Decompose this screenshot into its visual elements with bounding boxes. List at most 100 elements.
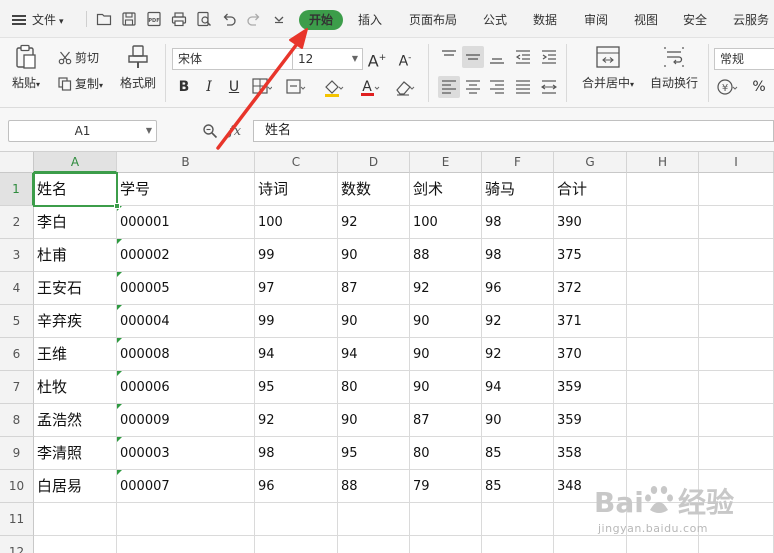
cell-f12[interactable] [482, 536, 554, 553]
cell-a2[interactable]: 李白 [34, 206, 117, 239]
cell-f7[interactable]: 94 [482, 371, 554, 404]
redo-icon[interactable] [246, 11, 262, 27]
cell-h10[interactable] [627, 470, 699, 503]
tab-view[interactable]: 视图 [634, 10, 658, 30]
cell-i4[interactable] [699, 272, 774, 305]
cell-c6[interactable]: 94 [255, 338, 338, 371]
column-header-f[interactable]: F [482, 152, 554, 173]
column-header-h[interactable]: H [627, 152, 699, 173]
cell-i8[interactable] [699, 404, 774, 437]
cell-c3[interactable]: 99 [255, 239, 338, 272]
borders-icon[interactable] [250, 76, 272, 98]
open-folder-icon[interactable] [96, 11, 112, 27]
cell-f8[interactable]: 90 [482, 404, 554, 437]
cell-g7[interactable]: 359 [554, 371, 627, 404]
save-icon[interactable] [121, 11, 137, 27]
row-header-1[interactable]: 1 [0, 173, 34, 206]
percent-button[interactable]: % [748, 76, 770, 98]
column-header-d[interactable]: D [338, 152, 410, 173]
row-header-4[interactable]: 4 [0, 272, 34, 305]
cell-g3[interactable]: 375 [554, 239, 627, 272]
cell-b10[interactable]: 000007 [117, 470, 255, 503]
eraser-icon[interactable] [393, 76, 415, 98]
cell-f5[interactable]: 92 [482, 305, 554, 338]
number-format-select[interactable]: 常规 [714, 48, 774, 70]
cell-e5[interactable]: 90 [410, 305, 482, 338]
paste-button[interactable]: 粘贴▾ [10, 44, 42, 91]
cell-d7[interactable]: 80 [338, 371, 410, 404]
cell-b11[interactable] [117, 503, 255, 536]
cell-e8[interactable]: 87 [410, 404, 482, 437]
cell-f3[interactable]: 98 [482, 239, 554, 272]
cell-b9[interactable]: 000003 [117, 437, 255, 470]
italic-button[interactable]: I [198, 76, 220, 98]
tab-insert[interactable]: 插入 [358, 10, 382, 30]
cell-a10[interactable]: 白居易 [34, 470, 117, 503]
cell-d2[interactable]: 92 [338, 206, 410, 239]
name-box[interactable]: A1 ▼ [8, 120, 157, 142]
print-icon[interactable] [171, 11, 187, 27]
cell-c9[interactable]: 98 [255, 437, 338, 470]
tab-cloud-service[interactable]: 云服务 [733, 10, 769, 30]
cell-e6[interactable]: 90 [410, 338, 482, 371]
justify-icon[interactable] [512, 76, 534, 98]
cell-d10[interactable]: 88 [338, 470, 410, 503]
cell-b5[interactable]: 000004 [117, 305, 255, 338]
cell-g12[interactable] [554, 536, 627, 553]
cell-c10[interactable]: 96 [255, 470, 338, 503]
cell-g2[interactable]: 390 [554, 206, 627, 239]
cell-a3[interactable]: 杜甫 [34, 239, 117, 272]
cell-i3[interactable] [699, 239, 774, 272]
cell-e9[interactable]: 80 [410, 437, 482, 470]
cell-h9[interactable] [627, 437, 699, 470]
cell-f10[interactable]: 85 [482, 470, 554, 503]
align-top-icon[interactable] [438, 46, 460, 68]
cell-a7[interactable]: 杜牧 [34, 371, 117, 404]
formula-input[interactable]: 姓名 [253, 120, 774, 142]
row-header-10[interactable]: 10 [0, 470, 34, 503]
cell-i12[interactable] [699, 536, 774, 553]
cell-i9[interactable] [699, 437, 774, 470]
decrease-indent-icon[interactable] [512, 46, 534, 68]
print-preview-icon[interactable] [196, 11, 212, 27]
cell-d5[interactable]: 90 [338, 305, 410, 338]
cell-h7[interactable] [627, 371, 699, 404]
cell-c2[interactable]: 100 [255, 206, 338, 239]
row-header-11[interactable]: 11 [0, 503, 34, 536]
underline-button[interactable]: U [223, 76, 245, 98]
font-color-icon[interactable]: A [358, 76, 380, 98]
cell-f2[interactable]: 98 [482, 206, 554, 239]
increase-indent-icon[interactable] [538, 46, 560, 68]
cell-e1[interactable]: 剑术 [410, 173, 482, 206]
cell-d4[interactable]: 87 [338, 272, 410, 305]
cell-b7[interactable]: 000006 [117, 371, 255, 404]
cell-h4[interactable] [627, 272, 699, 305]
cell-g4[interactable]: 372 [554, 272, 627, 305]
cell-i11[interactable] [699, 503, 774, 536]
cell-c12[interactable] [255, 536, 338, 553]
align-center-icon[interactable] [462, 76, 484, 98]
cell-g10[interactable]: 348 [554, 470, 627, 503]
row-header-7[interactable]: 7 [0, 371, 34, 404]
cell-i6[interactable] [699, 338, 774, 371]
cell-d3[interactable]: 90 [338, 239, 410, 272]
cell-g8[interactable]: 359 [554, 404, 627, 437]
cell-c4[interactable]: 97 [255, 272, 338, 305]
cell-h1[interactable] [627, 173, 699, 206]
align-bottom-icon[interactable] [486, 46, 508, 68]
cell-g1[interactable]: 合计 [554, 173, 627, 206]
cell-a6[interactable]: 王维 [34, 338, 117, 371]
copy-button[interactable]: 复制▾ [58, 74, 103, 94]
cell-h5[interactable] [627, 305, 699, 338]
zoom-icon[interactable] [202, 123, 218, 139]
cell-d8[interactable]: 90 [338, 404, 410, 437]
cell-e2[interactable]: 100 [410, 206, 482, 239]
cell-g5[interactable]: 371 [554, 305, 627, 338]
column-header-a[interactable]: A [34, 152, 117, 173]
cell-f6[interactable]: 92 [482, 338, 554, 371]
cell-g6[interactable]: 370 [554, 338, 627, 371]
cell-f9[interactable]: 85 [482, 437, 554, 470]
row-header-2[interactable]: 2 [0, 206, 34, 239]
cell-e4[interactable]: 92 [410, 272, 482, 305]
undo-icon[interactable] [221, 11, 237, 27]
